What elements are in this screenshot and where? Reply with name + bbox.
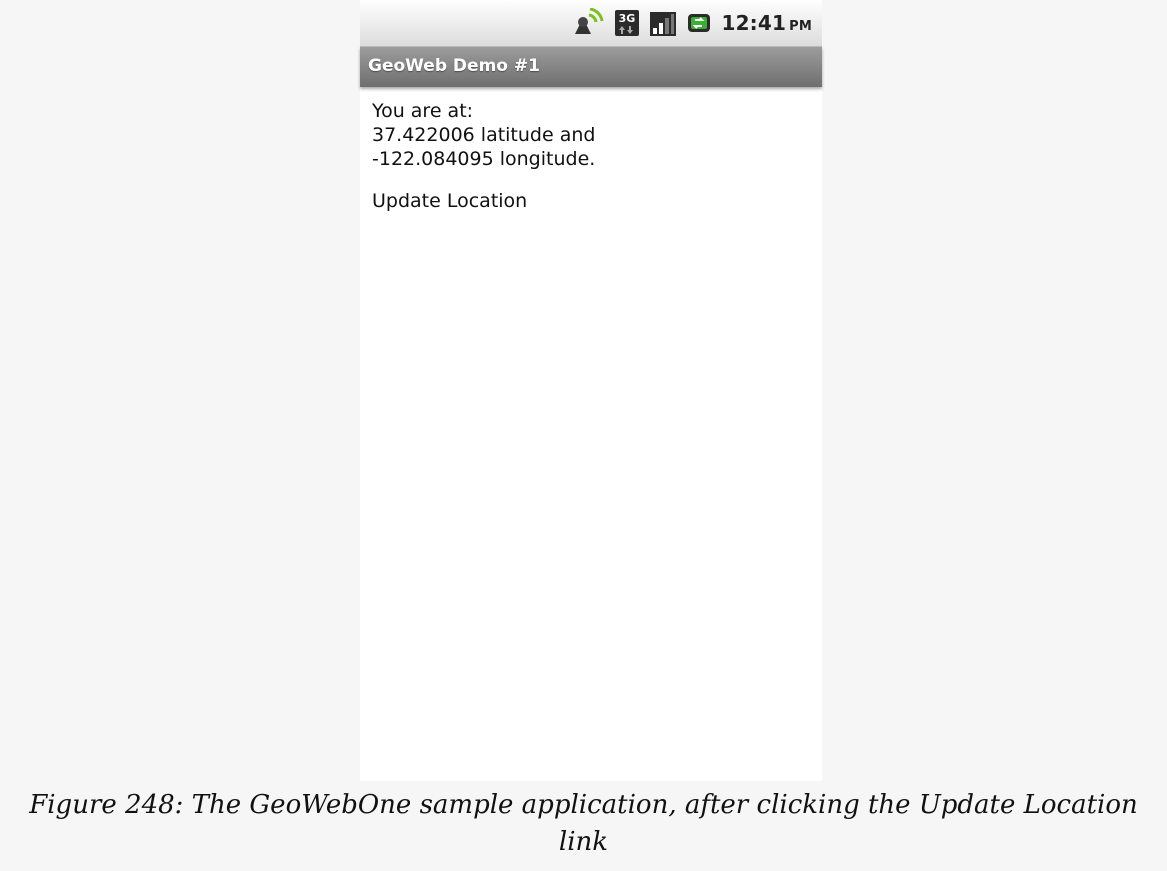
status-bar: 3G 12:41 PM	[360, 0, 822, 47]
figure-caption: Figure 248: The GeoWebOne sample applica…	[0, 787, 1167, 861]
clock-time: 12:41	[721, 11, 787, 35]
update-location-link[interactable]: Update Location	[372, 189, 527, 213]
3g-data-icon: 3G	[613, 8, 641, 38]
battery-charging-icon	[685, 8, 713, 38]
caption-line-1: Figure 248: The GeoWebOne sample applica…	[29, 790, 1138, 820]
clock-ampm: PM	[789, 19, 812, 34]
phone-screen: 3G 12:41 PM GeoWeb Demo #1 You are at: 3…	[360, 0, 822, 781]
app-title: GeoWeb Demo #1	[368, 56, 540, 76]
longitude-text: -122.084095 longitude.	[372, 148, 596, 170]
gps-signal-icon	[571, 8, 605, 38]
status-icons: 3G 12:41 PM	[571, 8, 812, 38]
svg-text:3G: 3G	[619, 12, 636, 25]
location-label: You are at:	[372, 100, 474, 122]
latitude-text: 37.422006 latitude and	[372, 124, 596, 146]
webview-content: You are at: 37.422006 latitude and -122.…	[372, 99, 812, 213]
signal-strength-icon	[649, 8, 677, 38]
clock: 12:41 PM	[721, 11, 812, 35]
caption-line-2: link	[558, 827, 609, 857]
app-title-bar: GeoWeb Demo #1	[360, 47, 822, 87]
